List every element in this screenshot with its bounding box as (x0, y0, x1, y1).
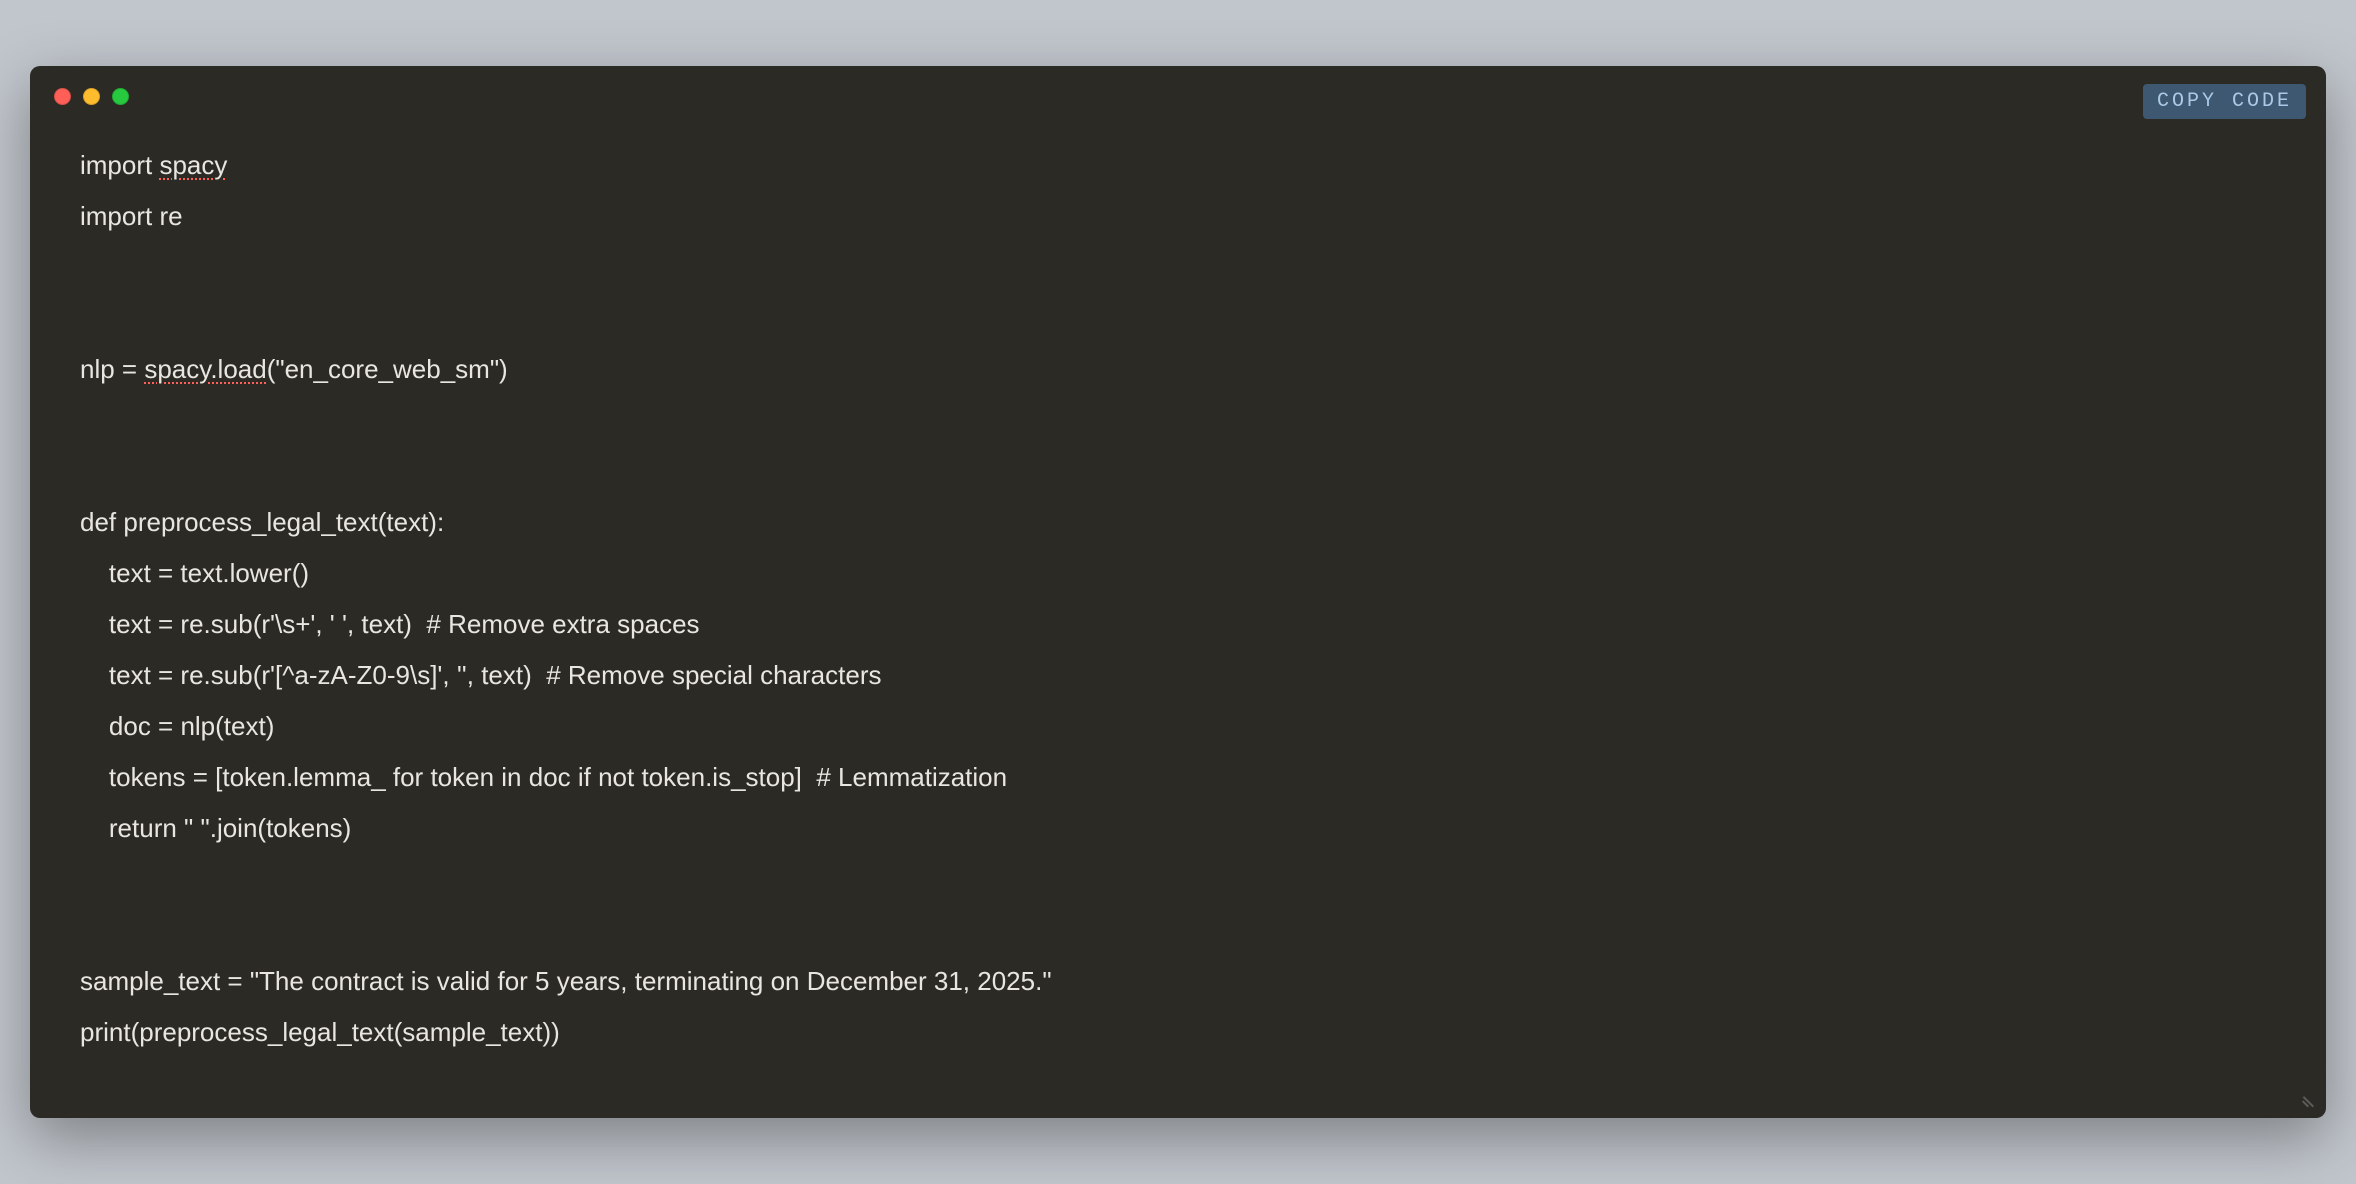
code-line (80, 395, 2276, 446)
code-line: text = re.sub(r'\s+', ' ', text) # Remov… (80, 599, 2276, 650)
code-text: nlp = (80, 354, 144, 384)
spellcheck-squiggle: spacy (159, 150, 227, 180)
spellcheck-squiggle: spacy.load (144, 354, 266, 384)
code-line: text = re.sub(r'[^a-zA-Z0-9\s]', '', tex… (80, 650, 2276, 701)
copy-code-button[interactable]: COPY CODE (2143, 84, 2306, 119)
code-line: tokens = [token.lemma_ for token in doc … (80, 752, 2276, 803)
code-line: import spacy (80, 140, 2276, 191)
code-text: text = re.sub(r'[^a-zA-Z0-9\s]', '', tex… (80, 660, 881, 690)
code-line: return " ".join(tokens) (80, 803, 2276, 854)
code-line: text = text.lower() (80, 548, 2276, 599)
code-text: text = text.lower() (80, 558, 309, 588)
code-text: text = re.sub(r'\s+', ' ', text) # Remov… (80, 609, 700, 639)
code-text: ("en_core_web_sm") (267, 354, 508, 384)
code-line: nlp = spacy.load("en_core_web_sm") (80, 344, 2276, 395)
code-line: sample_text = "The contract is valid for… (80, 956, 2276, 1007)
code-text: import (80, 150, 159, 180)
minimize-icon[interactable] (83, 88, 100, 105)
code-editor[interactable]: import spacy import re nlp = spacy.load("… (80, 140, 2276, 1057)
code-line (80, 293, 2276, 344)
code-line (80, 854, 2276, 905)
code-text: def preprocess_legal_text(text): (80, 507, 444, 537)
close-icon[interactable] (54, 88, 71, 105)
code-window: COPY CODE import spacy import re nlp = sp… (30, 66, 2326, 1117)
maximize-icon[interactable] (112, 88, 129, 105)
code-line: import re (80, 191, 2276, 242)
code-line: doc = nlp(text) (80, 701, 2276, 752)
code-line: def preprocess_legal_text(text): (80, 497, 2276, 548)
code-line (80, 446, 2276, 497)
resize-handle-icon[interactable] (2296, 1088, 2316, 1108)
code-text: tokens = [token.lemma_ for token in doc … (80, 762, 1007, 792)
code-line (80, 905, 2276, 956)
code-text: import re (80, 201, 183, 231)
window-controls (54, 88, 129, 105)
code-line: print(preprocess_legal_text(sample_text)… (80, 1007, 2276, 1058)
code-text: doc = nlp(text) (80, 711, 274, 741)
code-text: return " ".join(tokens) (80, 813, 351, 843)
code-line (80, 242, 2276, 293)
code-text: sample_text = "The contract is valid for… (80, 966, 1052, 996)
code-text: print(preprocess_legal_text(sample_text)… (80, 1017, 560, 1047)
